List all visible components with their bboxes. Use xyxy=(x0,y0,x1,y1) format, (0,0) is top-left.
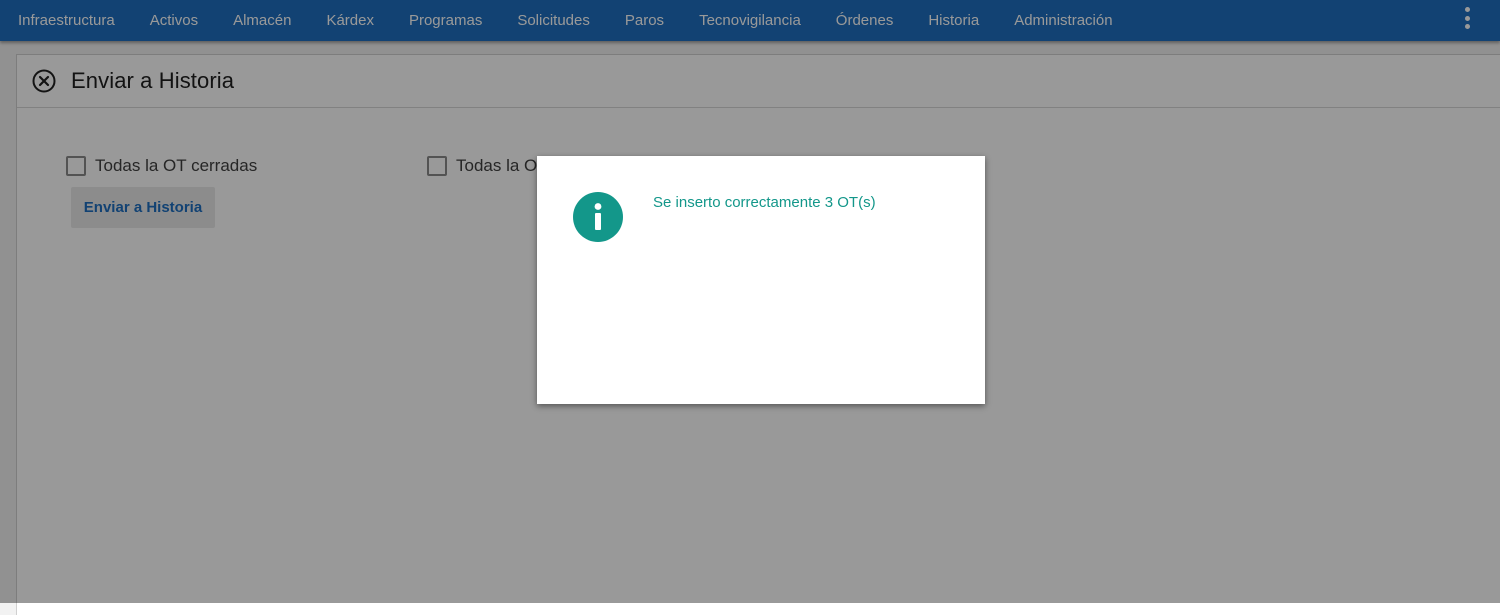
info-dialog: Se inserto correctamente 3 OT(s) xyxy=(537,156,985,404)
dialog-message: Se inserto correctamente 3 OT(s) xyxy=(653,194,876,211)
info-icon xyxy=(573,192,623,242)
